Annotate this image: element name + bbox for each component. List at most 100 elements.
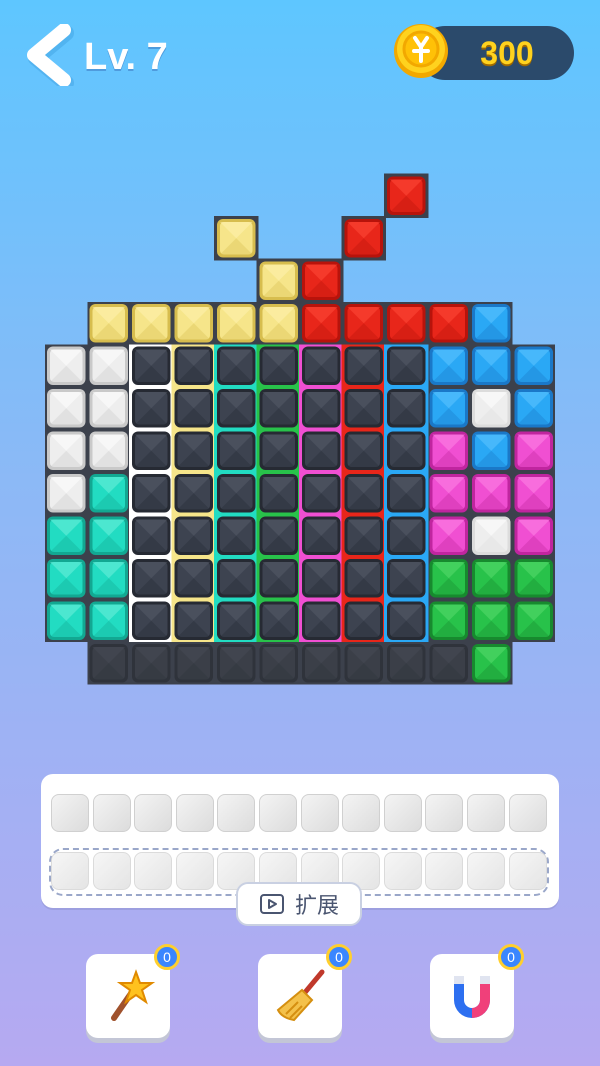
block-yellow[interactable] xyxy=(89,304,129,343)
block-lightwhite[interactable] xyxy=(472,516,511,556)
block-dark[interactable] xyxy=(259,516,299,556)
block-pink[interactable] xyxy=(429,431,469,471)
block-dark[interactable] xyxy=(217,431,256,471)
block-dark[interactable] xyxy=(174,389,214,428)
block-white[interactable] xyxy=(47,346,86,386)
block-red[interactable] xyxy=(344,304,384,343)
block-dim[interactable] xyxy=(89,644,129,683)
block-green[interactable] xyxy=(472,644,511,683)
block-dark[interactable] xyxy=(387,601,426,641)
block-lightwhite[interactable] xyxy=(472,389,511,428)
block-pink[interactable] xyxy=(514,431,554,471)
block-dark[interactable] xyxy=(259,346,299,386)
block-dark[interactable] xyxy=(132,516,171,556)
block-yellow[interactable] xyxy=(259,304,299,343)
block-white[interactable] xyxy=(47,389,86,428)
block-white[interactable] xyxy=(47,431,86,471)
block-yellow[interactable] xyxy=(174,304,214,343)
block-blue[interactable] xyxy=(429,389,469,428)
block-yellow[interactable] xyxy=(132,304,171,343)
block-dark[interactable] xyxy=(387,516,426,556)
block-white[interactable] xyxy=(89,389,129,428)
block-dark[interactable] xyxy=(302,346,341,386)
block-dark[interactable] xyxy=(344,346,384,386)
block-red[interactable] xyxy=(387,304,426,343)
block-dark[interactable] xyxy=(132,474,171,513)
block-white[interactable] xyxy=(89,431,129,471)
block-dim[interactable] xyxy=(344,644,384,683)
block-dark[interactable] xyxy=(132,601,171,641)
block-red[interactable] xyxy=(302,304,341,343)
block-red[interactable] xyxy=(429,304,469,343)
block-dark[interactable] xyxy=(302,559,341,598)
block-dark[interactable] xyxy=(344,431,384,471)
block-teal[interactable] xyxy=(47,559,86,598)
block-red[interactable] xyxy=(302,261,341,301)
block-white[interactable] xyxy=(89,346,129,386)
block-blue[interactable] xyxy=(514,389,554,428)
block-teal[interactable] xyxy=(47,601,86,641)
block-white[interactable] xyxy=(47,474,86,513)
block-dark[interactable] xyxy=(387,389,426,428)
block-dark[interactable] xyxy=(217,389,256,428)
expand-button[interactable]: 扩展 xyxy=(236,882,362,926)
block-dim[interactable] xyxy=(387,644,426,683)
block-dark[interactable] xyxy=(217,474,256,513)
block-dark[interactable] xyxy=(174,559,214,598)
block-blue[interactable] xyxy=(472,346,511,386)
block-green[interactable] xyxy=(472,601,511,641)
block-dark[interactable] xyxy=(174,474,214,513)
block-dark[interactable] xyxy=(132,389,171,428)
block-dark[interactable] xyxy=(344,559,384,598)
block-dark[interactable] xyxy=(259,601,299,641)
block-dark[interactable] xyxy=(302,431,341,471)
block-dark[interactable] xyxy=(174,346,214,386)
block-dim[interactable] xyxy=(429,644,469,683)
block-dark[interactable] xyxy=(344,474,384,513)
block-dark[interactable] xyxy=(132,431,171,471)
block-green[interactable] xyxy=(429,601,469,641)
block-green[interactable] xyxy=(514,601,554,641)
block-teal[interactable] xyxy=(47,516,86,556)
block-blue[interactable] xyxy=(514,346,554,386)
booster-magic-wand[interactable]: 0 xyxy=(86,944,180,1038)
block-dark[interactable] xyxy=(217,516,256,556)
block-pink[interactable] xyxy=(514,516,554,556)
block-dim[interactable] xyxy=(132,644,171,683)
block-dark[interactable] xyxy=(259,559,299,598)
block-dim[interactable] xyxy=(217,644,256,683)
block-dark[interactable] xyxy=(387,431,426,471)
block-dark[interactable] xyxy=(387,346,426,386)
block-dim[interactable] xyxy=(174,644,214,683)
block-pink[interactable] xyxy=(429,474,469,513)
block-green[interactable] xyxy=(472,559,511,598)
block-teal[interactable] xyxy=(89,559,129,598)
block-dim[interactable] xyxy=(302,644,341,683)
block-pink[interactable] xyxy=(472,474,511,513)
block-dark[interactable] xyxy=(259,389,299,428)
block-dark[interactable] xyxy=(259,474,299,513)
block-pink[interactable] xyxy=(429,516,469,556)
block-dark[interactable] xyxy=(387,559,426,598)
block-teal[interactable] xyxy=(89,516,129,556)
block-dark[interactable] xyxy=(174,601,214,641)
block-dark[interactable] xyxy=(344,389,384,428)
block-dark[interactable] xyxy=(217,559,256,598)
booster-magnet[interactable]: 0 xyxy=(430,944,524,1038)
block-blue[interactable] xyxy=(472,304,511,343)
block-teal[interactable] xyxy=(89,601,129,641)
block-dark[interactable] xyxy=(174,516,214,556)
block-dark[interactable] xyxy=(174,431,214,471)
block-dark[interactable] xyxy=(302,389,341,428)
block-dark[interactable] xyxy=(302,516,341,556)
block-yellow[interactable] xyxy=(217,219,256,258)
block-red[interactable] xyxy=(344,219,384,258)
block-dark[interactable] xyxy=(344,601,384,641)
block-yellow[interactable] xyxy=(217,304,256,343)
block-dark[interactable] xyxy=(132,559,171,598)
block-dark[interactable] xyxy=(344,516,384,556)
block-dark[interactable] xyxy=(217,346,256,386)
block-blue[interactable] xyxy=(429,346,469,386)
block-dark[interactable] xyxy=(302,474,341,513)
block-dark[interactable] xyxy=(302,601,341,641)
